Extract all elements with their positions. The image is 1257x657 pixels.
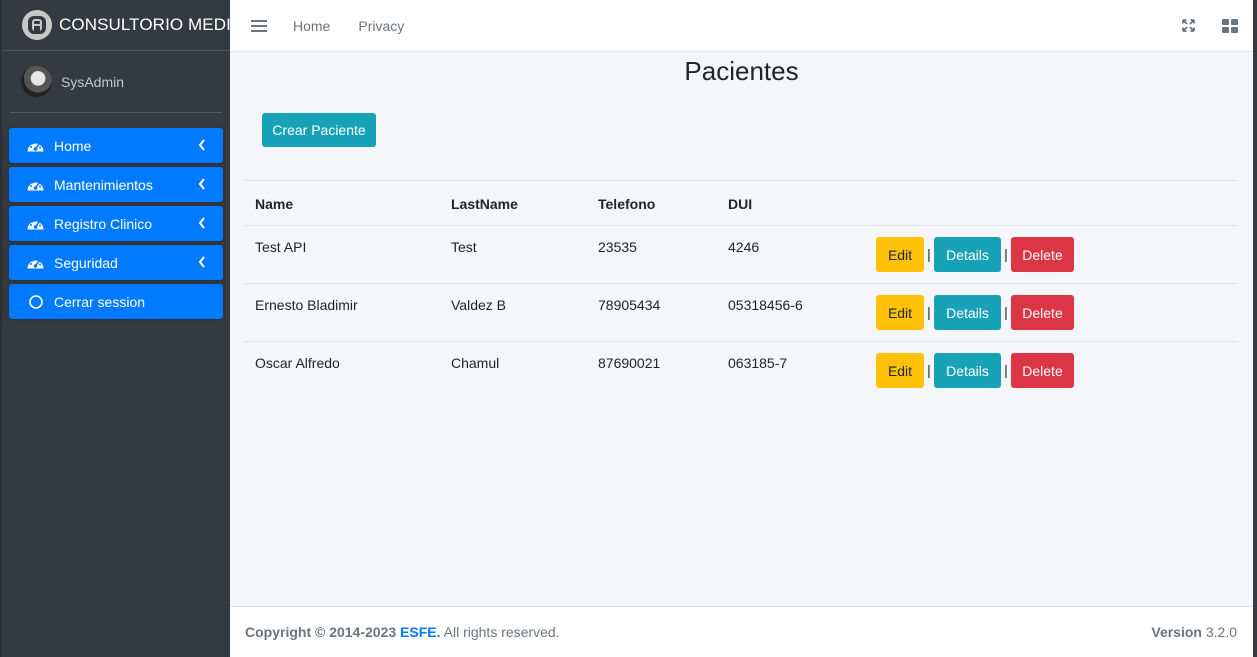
sidebar-item-label: Seguridad: [54, 254, 118, 271]
edit-button[interactable]: Edit: [876, 295, 924, 330]
details-button[interactable]: Details: [934, 353, 1001, 388]
cell-actions: Edit | Details | Delete: [876, 226, 1238, 283]
sidebar-item-mantenimientos[interactable]: Mantenimientos: [9, 167, 223, 202]
cell-dui: 05318456-6: [728, 297, 803, 313]
top-navbar: Home Privacy: [230, 0, 1257, 52]
cell-lastname: Test: [451, 239, 477, 255]
edit-button[interactable]: Edit: [876, 353, 924, 388]
tachometer-icon: [26, 216, 45, 232]
sidebar-item-label: Mantenimientos: [54, 176, 153, 193]
patients-table: Name LastName Telefono DUI Test API Test…: [244, 180, 1238, 399]
navbar-right: [1180, 18, 1257, 34]
user-name[interactable]: SysAdmin: [61, 74, 124, 90]
cell-actions: Edit | Details | Delete: [876, 284, 1238, 341]
tachometer-icon: [26, 177, 45, 193]
table-row: Test API Test 23535 4246 Edit | Details …: [244, 225, 1238, 283]
cell-actions: Edit | Details | Delete: [876, 342, 1238, 399]
action-separator: |: [927, 362, 931, 378]
copyright-text: Copyright © 2014-2023: [245, 624, 397, 640]
column-header-name: Name: [255, 195, 294, 212]
user-panel[interactable]: SysAdmin: [10, 51, 222, 113]
sidebar-item-label: Cerrar session: [54, 293, 146, 310]
version-value: 3.2.0: [1205, 624, 1237, 640]
column-header-dui: DUI: [728, 195, 753, 212]
sidebar-item-registro-clinico[interactable]: Registro Clinico: [9, 206, 223, 241]
sidebar-item-seguridad[interactable]: Seguridad: [9, 245, 223, 280]
content-wrapper: Pacientes Crear Paciente Name LastName T…: [230, 52, 1257, 606]
main-sidebar: CONSULTORIO MEDICO SysAdmin Home Manteni…: [0, 0, 230, 657]
chevron-left-icon: [198, 216, 210, 232]
cell-telefono: 87690021: [598, 355, 661, 371]
company-link[interactable]: ESFE.: [400, 624, 440, 640]
main-footer: Copyright © 2014-2023 ESFE. All rights r…: [230, 606, 1257, 657]
details-button[interactable]: Details: [934, 295, 1001, 330]
cell-lastname: Valdez B: [451, 297, 506, 313]
nav-link-home[interactable]: Home: [293, 18, 330, 34]
chevron-left-icon: [198, 177, 210, 193]
column-header-actions: [876, 198, 1238, 209]
table-header-row: Name LastName Telefono DUI: [244, 180, 1238, 225]
sidebar-item-home[interactable]: Home: [9, 128, 223, 163]
table-row: Ernesto Bladimir Valdez B 78905434 05318…: [244, 283, 1238, 341]
avatar: [21, 66, 52, 97]
sidebar-item-label: Registro Clinico: [54, 215, 153, 232]
action-separator: |: [1004, 246, 1008, 262]
page-title: Pacientes: [684, 56, 799, 86]
cell-dui: 063185-7: [728, 355, 788, 371]
chevron-left-icon: [198, 138, 210, 154]
action-separator: |: [1004, 304, 1008, 320]
brand-name: CONSULTORIO MEDICO: [59, 15, 230, 34]
expand-icon[interactable]: [1180, 18, 1196, 34]
cell-name: Ernesto Bladimir: [255, 297, 358, 313]
action-separator: |: [927, 304, 931, 320]
cell-telefono: 78905434: [598, 297, 661, 313]
action-separator: |: [1004, 362, 1008, 378]
hamburger-menu-icon[interactable]: [251, 17, 267, 35]
cell-name: Oscar Alfredo: [255, 355, 340, 371]
action-separator: |: [927, 246, 931, 262]
cell-dui: 4246: [728, 239, 760, 255]
circle-icon: [26, 294, 45, 310]
sidebar-item-cerrar-session[interactable]: Cerrar session: [9, 284, 223, 319]
tachometer-icon: [26, 255, 45, 271]
column-header-lastname: LastName: [451, 195, 518, 212]
nav-link-privacy[interactable]: Privacy: [358, 18, 404, 34]
rights-text: All rights reserved.: [443, 624, 560, 640]
sidebar-nav: Home Mantenimientos Registro Clinico Seg…: [2, 128, 230, 319]
brand-link[interactable]: CONSULTORIO MEDICO: [2, 0, 230, 51]
tachometer-icon: [26, 138, 45, 154]
window-edge: [1253, 0, 1257, 657]
delete-button[interactable]: Delete: [1011, 353, 1074, 388]
cell-telefono: 23535: [598, 239, 637, 255]
table-row: Oscar Alfredo Chamul 87690021 063185-7 E…: [244, 341, 1238, 399]
delete-button[interactable]: Delete: [1011, 295, 1074, 330]
chevron-left-icon: [198, 255, 210, 271]
brand-logo-icon: [22, 10, 52, 40]
sidebar-item-label: Home: [54, 137, 92, 154]
delete-button[interactable]: Delete: [1011, 237, 1074, 272]
cell-name: Test API: [255, 239, 307, 255]
grid-icon[interactable]: [1222, 18, 1238, 34]
version-label: Version: [1151, 624, 1202, 640]
cell-lastname: Chamul: [451, 355, 500, 371]
footer-copyright: Copyright © 2014-2023 ESFE. All rights r…: [245, 624, 560, 640]
details-button[interactable]: Details: [934, 237, 1001, 272]
footer-version: Version 3.2.0: [1151, 624, 1237, 640]
edit-button[interactable]: Edit: [876, 237, 924, 272]
column-header-telefono: Telefono: [598, 195, 656, 212]
create-patient-button[interactable]: Crear Paciente: [262, 113, 376, 147]
